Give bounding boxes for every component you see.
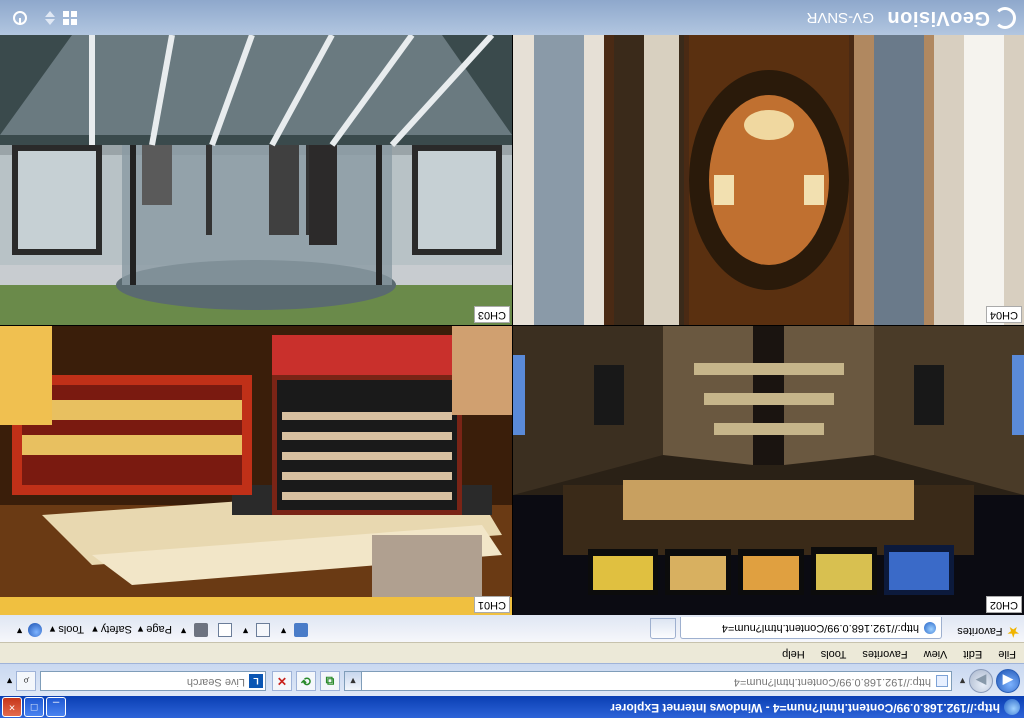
- stop-icon[interactable]: ✕: [272, 671, 292, 691]
- favorites-label: Favorites: [957, 625, 1003, 637]
- minimize-button[interactable]: _: [46, 697, 66, 717]
- camera-label-ch03: CH03: [473, 306, 510, 323]
- menu-help[interactable]: Help: [774, 643, 813, 663]
- brand-name: GeoVision: [886, 7, 990, 29]
- page-icon: [936, 675, 948, 687]
- search-input[interactable]: L Live Search: [40, 671, 266, 691]
- help-dropdown-icon[interactable]: ▼: [15, 626, 24, 636]
- address-input[interactable]: http://192.168.0.99/Content.html?num=4 ▼: [344, 671, 952, 691]
- close-button[interactable]: ×: [2, 697, 22, 717]
- app-header: GeoVision GV-SNVR: [0, 0, 1024, 35]
- read-mail-icon[interactable]: [218, 623, 232, 637]
- window-titlebar: http://192.168.0.99/Content.html?num=4 -…: [0, 696, 1024, 718]
- camera-view-ch03[interactable]: CH03: [0, 35, 512, 325]
- address-url: http://192.168.0.99/Content.html?num=4: [733, 676, 931, 688]
- page-menu[interactable]: Page ▾: [138, 623, 172, 636]
- safety-menu[interactable]: Safety ▾: [92, 623, 132, 636]
- menu-favorites[interactable]: Favorites: [854, 643, 915, 663]
- search-options-icon[interactable]: ▼: [5, 676, 14, 686]
- layout-switch-icon[interactable]: [42, 10, 58, 26]
- maximize-button[interactable]: □: [24, 697, 44, 717]
- geovision-logo-icon: [994, 7, 1016, 29]
- address-toolbar: ◀ ▶ ▼ http://192.168.0.99/Content.html?n…: [0, 663, 1024, 696]
- forward-button[interactable]: ▶: [969, 669, 993, 693]
- product-name: GV-SNVR: [806, 9, 874, 26]
- print-icon[interactable]: [194, 623, 208, 637]
- home-icon[interactable]: [294, 623, 308, 637]
- favorites-button[interactable]: ★ Favorites: [957, 623, 1020, 640]
- menu-bar: File Edit View Favorites Tools Help: [0, 642, 1024, 663]
- favorites-star-icon: ★: [1006, 623, 1020, 640]
- revolving-door-scene: [0, 35, 512, 325]
- browser-tab[interactable]: http://192.168.0.99/Content.html?num=4: [680, 617, 942, 639]
- menu-tools[interactable]: Tools: [813, 643, 855, 663]
- power-icon[interactable]: [12, 10, 28, 26]
- video-grid: CH02 CH01 CH04 CH03: [0, 35, 1024, 615]
- compatibility-icon[interactable]: ⧉: [320, 671, 340, 691]
- ie-icon: [1004, 699, 1020, 715]
- menu-edit[interactable]: Edit: [955, 643, 990, 663]
- camera-view-ch01[interactable]: CH01: [0, 326, 512, 615]
- menu-view[interactable]: View: [916, 643, 956, 663]
- mall-atrium-scene: [513, 35, 1024, 325]
- refresh-icon[interactable]: ⟳: [296, 671, 316, 691]
- back-button[interactable]: ◀: [996, 669, 1020, 693]
- tab-title: http://192.168.0.99/Content.html?num=4: [721, 622, 919, 634]
- command-bar: ★ Favorites http://192.168.0.99/Content.…: [0, 614, 1024, 642]
- menu-file[interactable]: File: [990, 643, 1024, 663]
- camera-view-ch02[interactable]: CH02: [513, 326, 1024, 615]
- print-dropdown-icon[interactable]: ▼: [179, 626, 188, 636]
- tools-menu[interactable]: Tools ▾: [50, 623, 84, 636]
- camera-label-ch01: CH01: [473, 596, 510, 613]
- feeds-dropdown-icon[interactable]: ▼: [241, 626, 250, 636]
- camera-view-ch04[interactable]: CH04: [513, 35, 1024, 325]
- live-search-icon: L: [249, 674, 263, 688]
- music-store-scene: [0, 326, 512, 615]
- search-placeholder: Live Search: [186, 676, 245, 688]
- history-dropdown-icon[interactable]: ▼: [958, 676, 967, 686]
- home-dropdown-icon[interactable]: ▼: [279, 626, 288, 636]
- window-title: http://192.168.0.99/Content.html?num=4 -…: [610, 701, 1000, 715]
- address-dropdown-icon[interactable]: ▼: [345, 672, 362, 690]
- camera-label-ch02: CH02: [985, 596, 1022, 613]
- station-scene: [513, 326, 1024, 615]
- search-button[interactable]: ⌕: [16, 671, 36, 691]
- flipped-screen: http://192.168.0.99/Content.html?num=4 -…: [0, 0, 1024, 718]
- feeds-icon[interactable]: [256, 623, 270, 637]
- help-icon[interactable]: [28, 623, 42, 637]
- window-controls: _ □ ×: [2, 697, 66, 717]
- new-tab-button[interactable]: [650, 618, 676, 639]
- camera-label-ch04: CH04: [985, 306, 1022, 323]
- tab-page-icon: [924, 622, 936, 634]
- layout-grid-icon[interactable]: [62, 10, 78, 26]
